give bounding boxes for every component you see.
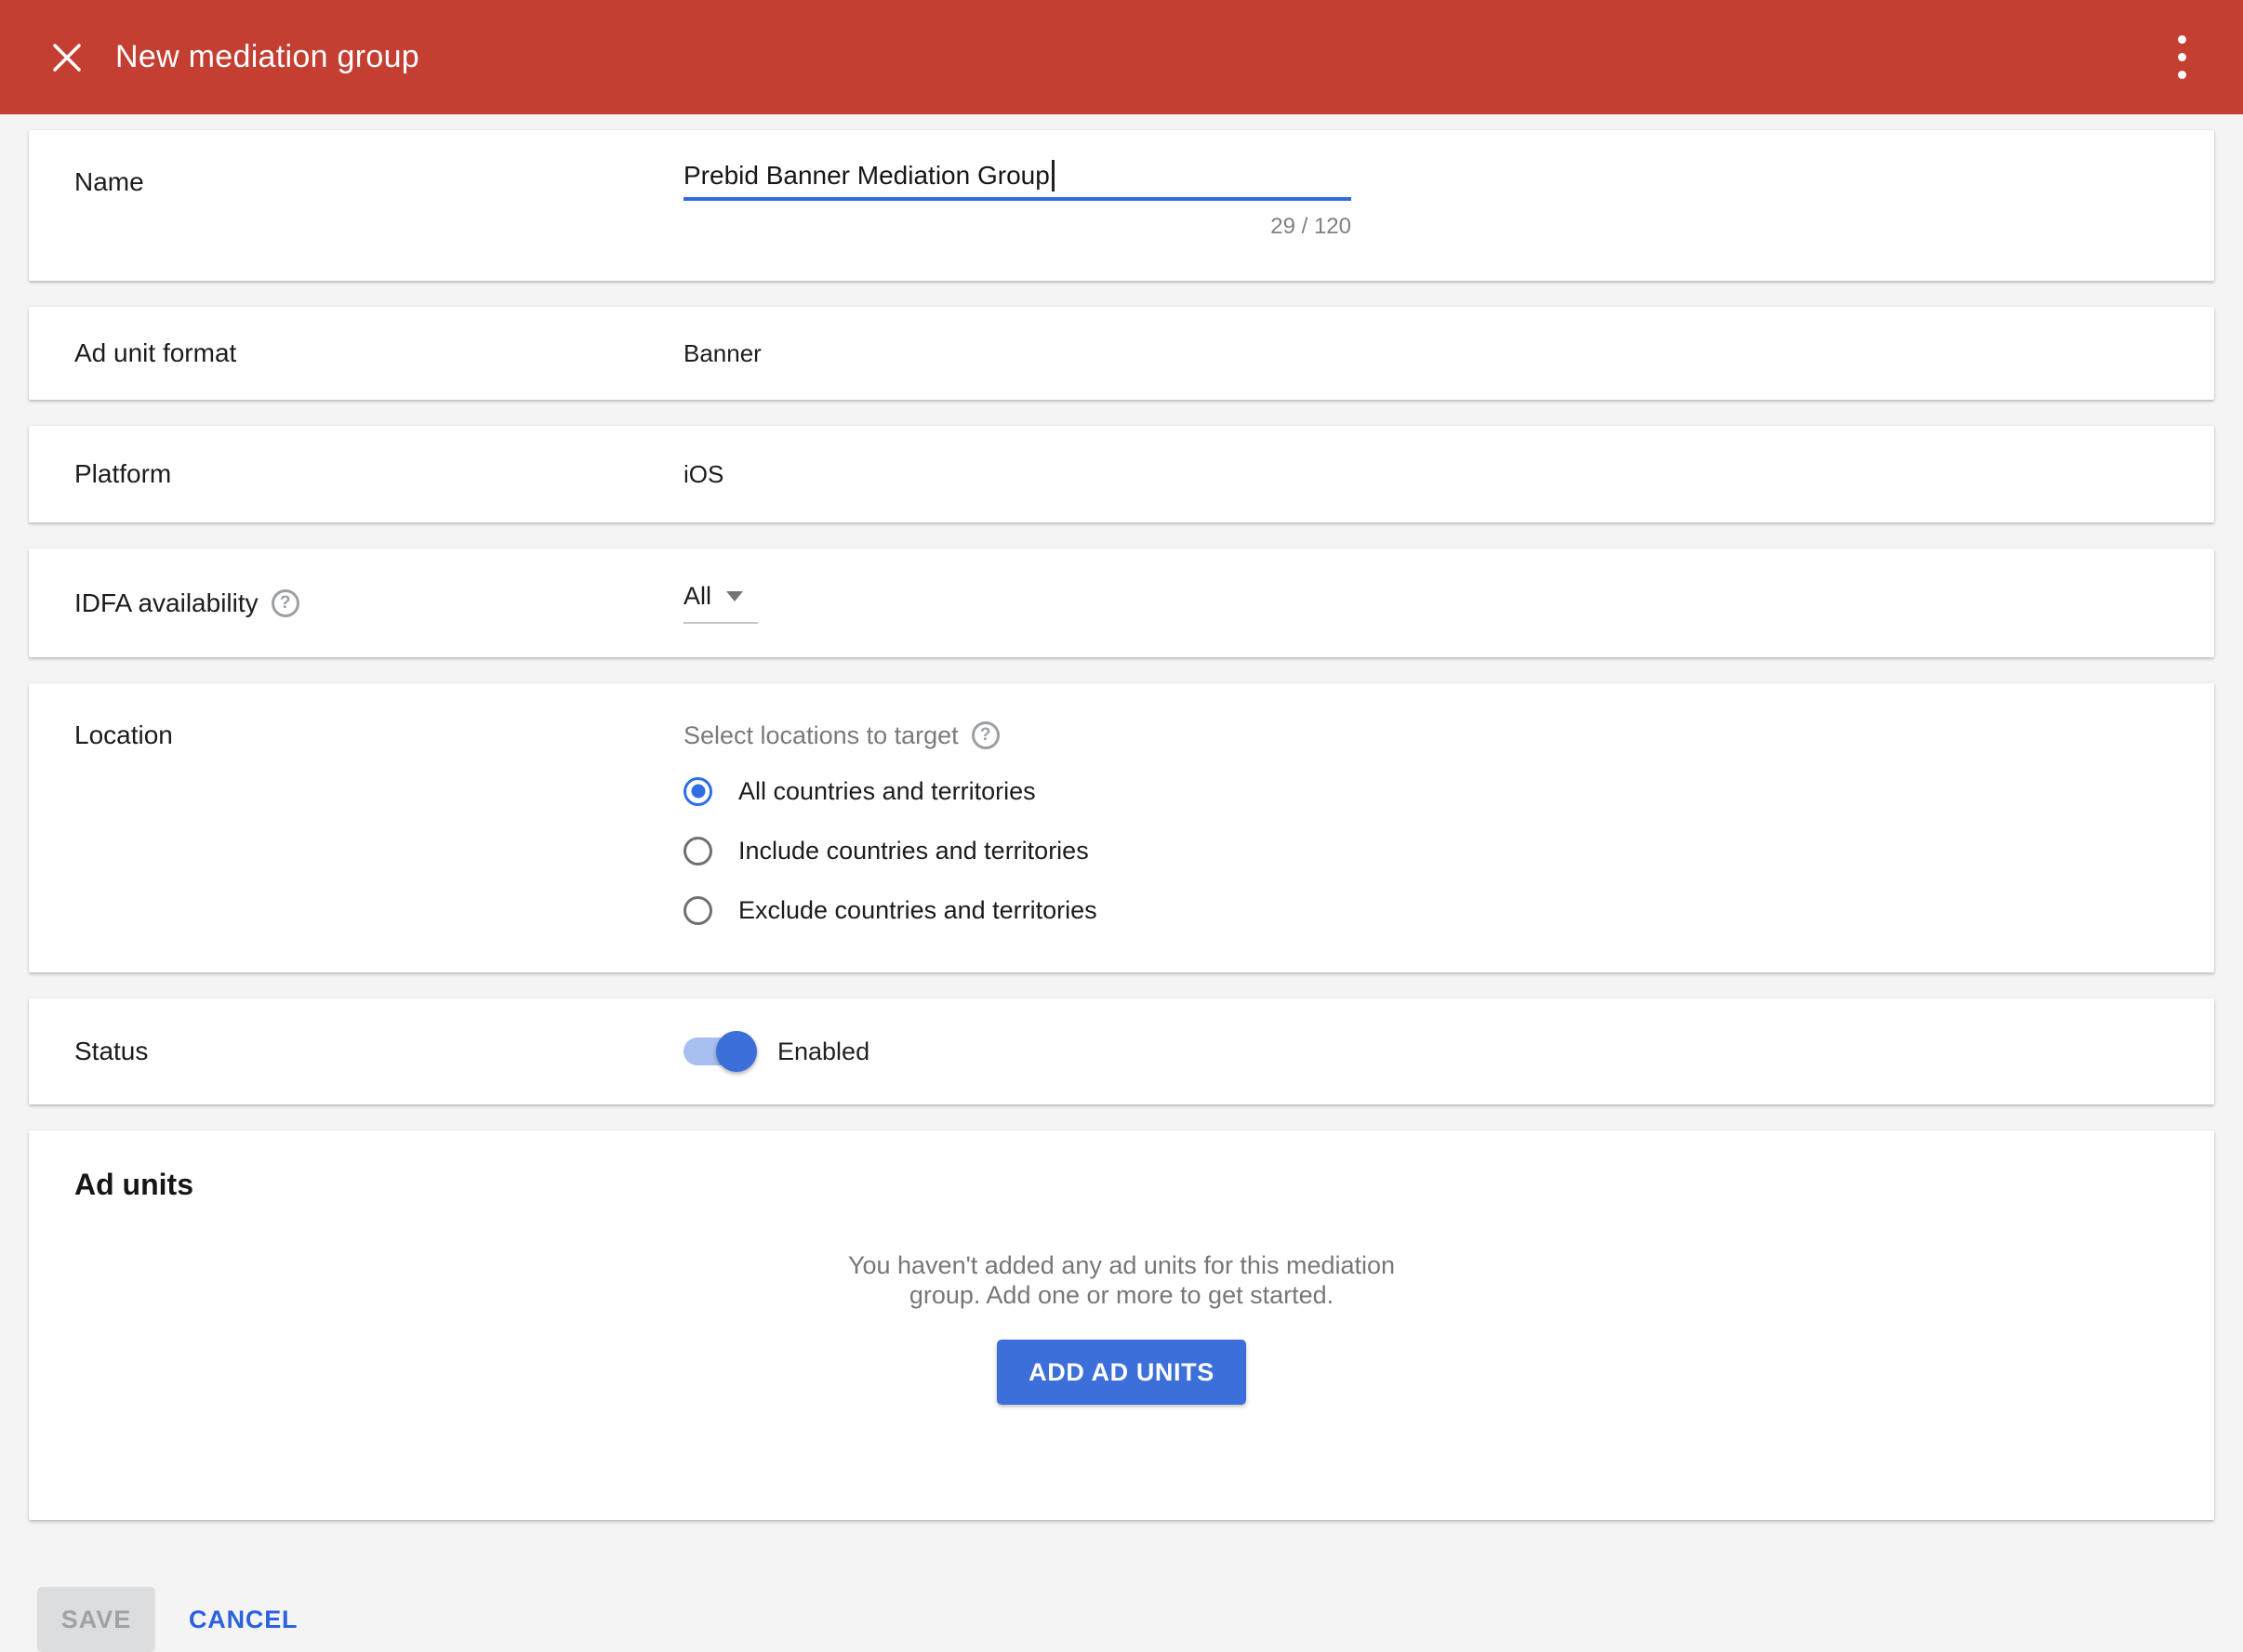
add-ad-units-button[interactable]: ADD AD UNITS — [997, 1340, 1246, 1405]
name-input[interactable]: Prebid Banner Mediation Group — [684, 164, 1351, 201]
chevron-down-icon — [726, 591, 743, 601]
help-icon[interactable]: ? — [972, 721, 1000, 749]
more-menu-icon[interactable] — [2161, 28, 2202, 87]
radio-unselected-icon[interactable] — [684, 837, 712, 866]
appbar: New mediation group — [0, 0, 2243, 114]
help-icon[interactable]: ? — [272, 589, 299, 617]
idfa-select[interactable]: All — [684, 582, 758, 624]
save-button[interactable]: SAVE — [37, 1587, 155, 1652]
location-options: All countries and territories Include co… — [684, 761, 1097, 940]
platform-value: iOS — [684, 460, 723, 489]
ad-units-card: Ad units You haven't added any ad units … — [29, 1130, 2214, 1520]
name-field-wrap: Prebid Banner Mediation Group 29 / 120 — [684, 164, 1351, 240]
radio-option-exclude-countries[interactable]: Exclude countries and territories — [684, 880, 1097, 940]
ad-unit-format-card: Ad unit format Banner — [29, 307, 2214, 400]
name-card: Name Prebid Banner Mediation Group 29 / … — [29, 130, 2214, 281]
idfa-selected-value: All — [684, 582, 711, 611]
idfa-card: IDFA availability ? All — [29, 548, 2214, 657]
idfa-label: IDFA availability ? — [74, 588, 684, 618]
radio-option-label: All countries and territories — [738, 777, 1036, 806]
platform-card: Platform iOS — [29, 426, 2214, 522]
text-cursor — [1052, 160, 1055, 192]
empty-state-text-line2: group. Add one or more to get started. — [74, 1280, 2169, 1310]
ad-units-heading: Ad units — [74, 1168, 2169, 1202]
empty-state-text-line1: You haven't added any ad units for this … — [74, 1250, 2169, 1280]
location-label: Location — [74, 717, 684, 754]
ad-units-empty-state: You haven't added any ad units for this … — [74, 1250, 2169, 1405]
location-content: Select locations to target ? All countri… — [684, 717, 1097, 940]
status-toggle[interactable] — [684, 1037, 753, 1065]
name-label: Name — [74, 164, 684, 201]
idfa-label-text: IDFA availability — [74, 588, 259, 618]
ad-unit-format-label: Ad unit format — [74, 338, 684, 368]
location-card: Location Select locations to target ? Al… — [29, 683, 2214, 972]
char-counter: 29 / 120 — [684, 214, 1351, 240]
radio-unselected-icon[interactable] — [684, 896, 712, 925]
toggle-knob — [716, 1031, 757, 1072]
page-title: New mediation group — [115, 39, 2161, 75]
close-icon[interactable] — [46, 37, 87, 78]
location-prompt: Select locations to target ? — [684, 717, 1097, 754]
radio-option-label: Include countries and territories — [738, 837, 1089, 866]
platform-label: Platform — [74, 459, 684, 489]
cancel-button[interactable]: CANCEL — [189, 1606, 298, 1634]
location-prompt-text: Select locations to target — [684, 721, 959, 750]
radio-option-label: Exclude countries and territories — [738, 896, 1097, 925]
radio-option-include-countries[interactable]: Include countries and territories — [684, 821, 1097, 880]
radio-option-all-countries[interactable]: All countries and territories — [684, 761, 1097, 821]
status-label: Status — [74, 1037, 684, 1066]
name-input-value: Prebid Banner Mediation Group — [684, 161, 1050, 191]
status-card: Status Enabled — [29, 998, 2214, 1104]
status-value: Enabled — [777, 1037, 869, 1066]
ad-unit-format-value: Banner — [684, 339, 762, 368]
footer-actions: SAVE CANCEL — [0, 1587, 2243, 1652]
radio-selected-icon[interactable] — [684, 777, 712, 806]
